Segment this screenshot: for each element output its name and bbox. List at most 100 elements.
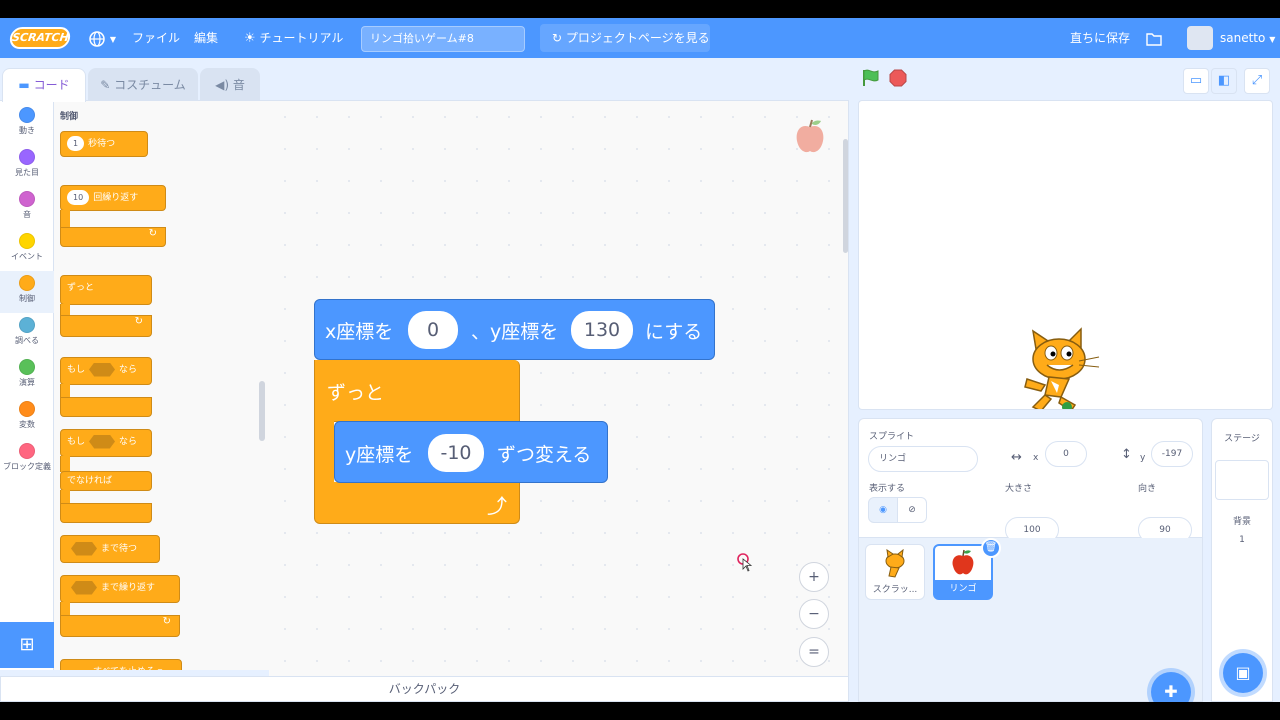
add-extension-button[interactable]: ⊞ <box>0 622 54 668</box>
eye-icon: ◉ <box>879 505 887 515</box>
delete-sprite-button[interactable]: 🗑 <box>981 538 1001 558</box>
goto-y-value[interactable]: 130 <box>571 311 633 349</box>
wait-seconds-block[interactable]: 1 秒待つ <box>60 131 148 157</box>
loop-arrow-icon: ⤴ <box>487 494 507 518</box>
language-menu[interactable]: ▼ <box>88 18 116 58</box>
category-dot-icon <box>19 443 35 459</box>
category-motion[interactable]: 動き <box>0 103 54 145</box>
sprite-info-panel: スプライト リンゴ ↔ x 0 ↕ y -197 表示する ◉ ⊘ 大きさ 10… <box>858 418 1203 543</box>
category-dot-icon <box>19 275 35 291</box>
tab-costume[interactable]: ✎ コスチューム <box>88 68 198 102</box>
wait-value[interactable]: 1 <box>67 136 85 151</box>
scratch-logo[interactable]: SCRATCH <box>8 27 72 49</box>
if-foot <box>60 397 152 417</box>
stage-thumbnail[interactable] <box>1215 460 1269 500</box>
account-menu[interactable]: sanetto ▼ <box>1220 18 1275 58</box>
forever-header: ずっと <box>60 275 152 305</box>
block-palette: 制御 1 秒待つ 10 回繰り返す ↻ ずっと ↻ もし なら もし なら でなければ … <box>54 100 269 670</box>
project-page-button[interactable]: ↻ プロジェクトページを見る <box>540 24 710 52</box>
hide-button[interactable]: ⊘ <box>897 497 927 523</box>
zoom-in-button[interactable]: + <box>799 562 829 592</box>
y-input[interactable]: -197 <box>1151 441 1193 467</box>
goto-sep-label: 、y座標を <box>471 321 559 343</box>
project-page-label: プロジェクトページを見る <box>565 31 710 45</box>
chevron-down-icon: ▼ <box>1269 35 1276 44</box>
cursor-icon <box>737 553 753 572</box>
choose-sprite-button[interactable]: ✚ <box>1151 672 1191 702</box>
then-label: なら <box>119 437 138 447</box>
globe-icon <box>89 30 105 47</box>
cat-add-icon: ✚ <box>1164 682 1178 701</box>
trash-icon: 🗑 <box>984 542 998 553</box>
chevron-down-icon: ▼ <box>109 35 116 44</box>
my-stuff-button[interactable] <box>1146 18 1162 58</box>
y-arrows-icon: ↕ <box>1121 447 1132 462</box>
sprite-thumb-apple[interactable]: リンゴ 🗑 <box>933 538 1001 600</box>
stage-selector[interactable]: ステージ 背景 1 ▣ <box>1211 418 1273 702</box>
wait-until-block[interactable]: まで待つ <box>60 535 160 563</box>
condition-slot[interactable] <box>89 362 116 377</box>
backpack-bar[interactable]: バックパック <box>0 676 849 702</box>
vertical-scrollbar[interactable] <box>843 139 848 253</box>
condition-slot[interactable] <box>89 434 116 449</box>
condition-slot[interactable] <box>71 541 97 556</box>
category-label: 制御 <box>19 294 35 303</box>
category-looks[interactable]: 見た目 <box>0 145 54 187</box>
tab-sound[interactable]: ◀) 音 <box>200 68 260 102</box>
x-input[interactable]: 0 <box>1045 441 1087 467</box>
file-menu[interactable]: ファイル <box>132 18 180 58</box>
category-sensing[interactable]: 調べる <box>0 313 54 355</box>
normal-stage-button[interactable]: ◧ <box>1211 68 1237 94</box>
zoom-reset-button[interactable]: = <box>799 637 829 667</box>
project-title-input[interactable]: リンゴ拾いゲーム#8 <box>361 26 525 52</box>
forever-script-foot: ⤴ <box>314 482 520 524</box>
category-label: イベント <box>11 252 43 261</box>
edit-menu[interactable]: 編集 <box>194 18 218 58</box>
stage-canvas[interactable] <box>858 100 1273 410</box>
category-operators[interactable]: 演算 <box>0 355 54 397</box>
script-area[interactable]: x座標を 0 、y座標を 130 にする ずっと ⤴ y座標を -10 ずつ変え… <box>269 100 849 686</box>
change-y-label: y座標を <box>345 444 414 466</box>
menu-bar: SCRATCH ▼ ファイル 編集 ☀ チュートリアル リンゴ拾いゲーム#8 ↻… <box>0 18 1280 58</box>
save-now-button[interactable]: 直ちに保存 <box>1070 18 1130 58</box>
repeat-until-header: まで繰り返す <box>60 575 180 603</box>
lightbulb-icon: ☀ <box>244 31 256 46</box>
x-arrows-icon: ↔ <box>1011 450 1022 465</box>
category-events[interactable]: イベント <box>0 229 54 271</box>
stop-icon[interactable] <box>889 69 907 87</box>
change-y-value[interactable]: -10 <box>428 434 484 472</box>
sprite-name-input[interactable]: リンゴ <box>868 446 978 472</box>
category-sound[interactable]: 音 <box>0 187 54 229</box>
zoom-out-button[interactable]: − <box>799 599 829 629</box>
category-control[interactable]: 制御 <box>0 271 54 313</box>
condition-slot[interactable] <box>71 580 97 595</box>
palette-scrollbar[interactable] <box>259 381 265 441</box>
category-variables[interactable]: 変数 <box>0 397 54 439</box>
change-y-block[interactable]: y座標を -10 ずつ変える <box>334 421 608 483</box>
category-label: 変数 <box>19 420 35 429</box>
scratch-cat-sprite[interactable] <box>1019 325 1111 410</box>
eye-off-icon: ⊘ <box>908 505 916 515</box>
forever-script-label: ずっと <box>327 382 385 404</box>
category-my-blocks[interactable]: ブロック定義 <box>0 439 54 489</box>
repeat-value[interactable]: 10 <box>67 190 90 205</box>
if-else-foot <box>60 503 152 523</box>
goto-x-label: x座標を <box>325 321 394 343</box>
choose-backdrop-button[interactable]: ▣ <box>1223 653 1263 693</box>
goto-xy-block[interactable]: x座標を 0 、y座標を 130 にする <box>314 299 715 360</box>
sprite-label: スプライト <box>869 432 915 442</box>
avatar[interactable] <box>1187 26 1213 50</box>
stop-all-block[interactable]: すべてを止める ▾ <box>60 659 182 670</box>
fullscreen-button[interactable]: ⤢ <box>1244 68 1270 94</box>
small-stage-icon: ▭ <box>1189 73 1203 88</box>
username: sanetto <box>1220 31 1266 45</box>
green-flag-icon[interactable] <box>861 68 881 88</box>
category-label: 演算 <box>19 378 35 387</box>
tutorial-button[interactable]: ☀ チュートリアル <box>244 18 343 58</box>
tab-code[interactable]: ▬ コード <box>2 68 86 102</box>
sprite-thumb-cat[interactable]: スクラッ... <box>865 544 925 600</box>
show-visible-button[interactable]: ◉ <box>868 497 898 523</box>
if-else-arm-top <box>60 456 70 472</box>
goto-x-value[interactable]: 0 <box>408 311 458 349</box>
small-stage-button[interactable]: ▭ <box>1183 68 1209 94</box>
